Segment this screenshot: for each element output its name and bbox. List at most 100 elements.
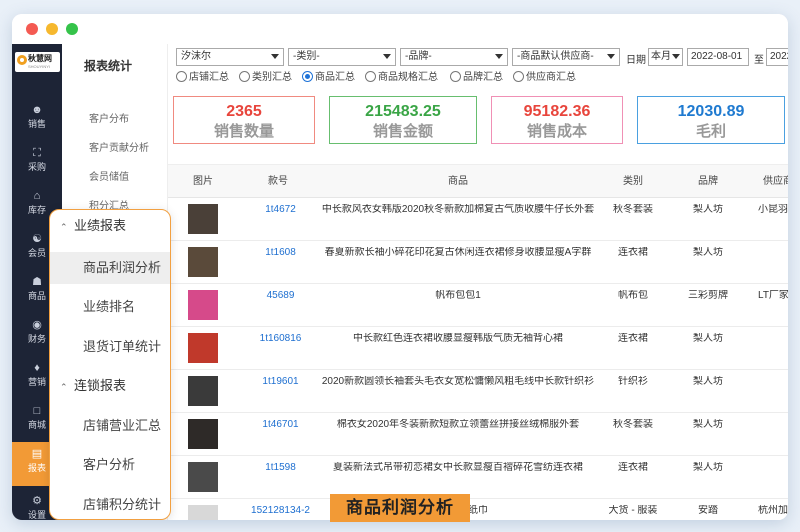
product-category: 大货 - 服装 — [608, 505, 658, 516]
menu-item-product-profit[interactable]: 商品利润分析 — [50, 252, 170, 284]
stat-label: 销售成本 — [526, 123, 587, 140]
product-category: 连衣裙 — [618, 247, 648, 258]
product-name: 夏装新法式吊带初恋裙女中长款显瘦百褶碎花雪纺连衣裙 — [333, 462, 583, 473]
product-code-link[interactable]: 1t160816 — [248, 333, 313, 345]
radio-store-summary[interactable]: 店铺汇总 — [176, 70, 229, 86]
radio-circle — [365, 71, 376, 82]
stat-label: 销售金额 — [372, 123, 433, 140]
product-brand: 梨人坊 — [693, 204, 723, 215]
product-thumbnail — [188, 204, 218, 234]
radio-product-summary[interactable]: 商品汇总 — [302, 70, 355, 86]
brand-select[interactable]: -品牌- — [400, 48, 508, 66]
radio-circle — [302, 71, 313, 82]
product-supplier: 杭州加盟... — [758, 505, 788, 516]
table-row[interactable]: 45689 帆布包包1 帆布包 三彩剪牌 LT厂家 — [168, 284, 788, 327]
product-supplier: LT厂家 — [758, 290, 788, 301]
table-row[interactable]: 1t19601 2020新款圆领长袖套头毛衣女宽松慵懒风粗毛线中长款针织衫 针织衫 梨… — [168, 370, 788, 413]
logo-subtext: SHOUYINYI — [28, 64, 51, 69]
product-category: 秋冬套装 — [613, 204, 653, 215]
chevron-down-icon — [271, 54, 279, 59]
product-brand: 梨人坊 — [693, 247, 723, 258]
menu-item-return-orders[interactable]: 退货订单统计 — [50, 331, 170, 363]
product-category: 帆布包 — [618, 290, 648, 301]
title-bar — [12, 14, 788, 44]
product-code-link[interactable]: 45689 — [248, 290, 313, 302]
logo: 秋慧网 SHOUYINYI — [15, 52, 60, 72]
supplier-select[interactable]: -商品默认供应商- — [512, 48, 620, 66]
menu-group-performance[interactable]: ⌃ 业绩报表 — [50, 214, 170, 238]
radio-brand-summary[interactable]: 品牌汇总 — [450, 70, 503, 86]
stat-value: 12030.89 — [677, 103, 745, 120]
category-select[interactable]: -类别- — [288, 48, 396, 66]
product-name: 帆布包包1 — [435, 290, 481, 301]
product-code-link[interactable]: 1t19601 — [248, 376, 313, 388]
product-supplier: 小昆羽 — [758, 204, 788, 215]
radio-supplier-summary[interactable]: 供应商汇总 — [513, 70, 576, 86]
sidebar-item-purchase[interactable]: ⛶ 采购 — [12, 141, 62, 179]
table-row[interactable]: 152128134-2雪糕抽纸纸巾大货 - 服装安踏杭州加盟... — [168, 499, 788, 520]
period-select[interactable]: 本月 — [648, 48, 683, 66]
report-popup-menu: ⌃ 业绩报表 商品利润分析 业绩排名 退货订单统计 ⌃ 连锁报表 店铺营业汇总 客户… — [49, 209, 171, 520]
column-header-supplier: 供应商 — [763, 176, 788, 187]
logo-mark-icon — [17, 55, 27, 65]
menu-group-chain[interactable]: ⌃ 连锁报表 — [50, 374, 170, 398]
subnav-title: 报表统计 — [84, 59, 133, 73]
table-row[interactable]: 1t1598 夏装新法式吊带初恋裙女中长款显瘦百褶碎花雪纺连衣裙 连衣裙 梨人坊 — [168, 456, 788, 499]
radio-label: 商品规格汇总 — [378, 72, 438, 83]
subnav-item-customer-contribution[interactable]: 客户贡献分析 — [62, 139, 168, 154]
main-content: 汐沫尔 -类别- -品牌- -商品默认供应商- 日期 本月 2022-08-01… — [168, 44, 788, 520]
date-label: 日期 — [626, 55, 646, 66]
product-category: 秋冬套装 — [613, 419, 653, 430]
period-select-value: 本月 — [651, 51, 671, 62]
menu-item-store-points[interactable]: 店铺积分统计 — [50, 489, 170, 520]
radio-label: 品牌汇总 — [463, 72, 503, 83]
brand-select-value: -品牌- — [405, 51, 432, 62]
store-select[interactable]: 汐沫尔 — [176, 48, 284, 66]
chevron-down-icon — [672, 54, 680, 59]
sidebar-item-sales[interactable]: ☻ 销售 — [12, 98, 62, 136]
table-row[interactable]: 1t46701 棉衣女2020年冬装新款短款立领蕾丝拼接丝绒棉服外套 秋冬套装 梨人坊 — [168, 413, 788, 456]
menu-item-store-business-summary[interactable]: 店铺营业汇总 — [50, 410, 170, 442]
menu-item-performance-ranking[interactable]: 业绩排名 — [50, 291, 170, 323]
subnav-item-member-stored-value[interactable]: 会员储值 — [62, 168, 168, 183]
date-from-input[interactable]: 2022-08-01 — [687, 48, 749, 66]
chevron-down-icon — [607, 54, 615, 59]
radio-label: 商品汇总 — [315, 72, 355, 83]
chevron-up-icon: ⌃ — [60, 222, 68, 232]
supplier-select-value: -商品默认供应商- — [517, 51, 594, 62]
radio-category-summary[interactable]: 类别汇总 — [239, 70, 292, 86]
cart-icon: ⛶ — [33, 147, 41, 159]
column-header-brand: 品牌 — [698, 176, 718, 187]
product-brand: 梨人坊 — [693, 333, 723, 344]
table-row[interactable]: 1t160816 中长款红色连衣裙收腰显瘦韩版气质无袖背心裙 连衣裙 梨人坊 — [168, 327, 788, 370]
product-brand: 安踏 — [698, 505, 718, 516]
table-row[interactable]: 1t4672 中长款风衣女韩版2020秋冬新款加棉复古气质收腰牛仔长外套 秋冬套装 梨… — [168, 198, 788, 241]
product-category: 针织衫 — [618, 376, 648, 387]
column-header-product: 商品 — [448, 176, 468, 187]
product-thumbnail — [188, 376, 218, 406]
stat-label: 毛利 — [695, 123, 726, 140]
close-window-button[interactable] — [26, 23, 38, 35]
product-thumbnail — [188, 290, 218, 320]
column-header-image: 图片 — [193, 176, 213, 187]
menu-group-title: 连锁报表 — [74, 378, 127, 393]
product-code-link[interactable]: 152128134-2 — [248, 505, 313, 517]
product-brand: 梨人坊 — [693, 419, 723, 430]
minimize-window-button[interactable] — [46, 23, 58, 35]
product-code-link[interactable]: 1t1608 — [248, 247, 313, 259]
date-to-input[interactable]: 2022-08-31 — [766, 48, 788, 66]
subnav-item-customer-distribution[interactable]: 客户分布 — [62, 110, 168, 125]
stat-card-sales-amount: 215483.25 销售金额 — [329, 96, 477, 144]
radio-product-spec-summary[interactable]: 商品规格汇总 — [365, 70, 438, 86]
maximize-window-button[interactable] — [66, 23, 78, 35]
product-code-link[interactable]: 1t46701 — [248, 419, 313, 431]
table-header: 图片 款号 商品 类别 品牌 供应商 — [168, 164, 788, 198]
menu-item-customer-analysis[interactable]: 客户分析 — [50, 449, 170, 481]
chevron-down-icon — [383, 54, 391, 59]
product-code-link[interactable]: 1t1598 — [248, 462, 313, 474]
product-code-link[interactable]: 1t4672 — [248, 204, 313, 216]
product-thumbnail — [188, 247, 218, 277]
stat-value: 215483.25 — [365, 103, 441, 120]
radio-circle — [450, 71, 461, 82]
table-row[interactable]: 1t1608 春夏新款长袖小碎花印花复古休闲连衣裙修身收腰显瘦A字群 连衣裙 梨人坊 — [168, 241, 788, 284]
